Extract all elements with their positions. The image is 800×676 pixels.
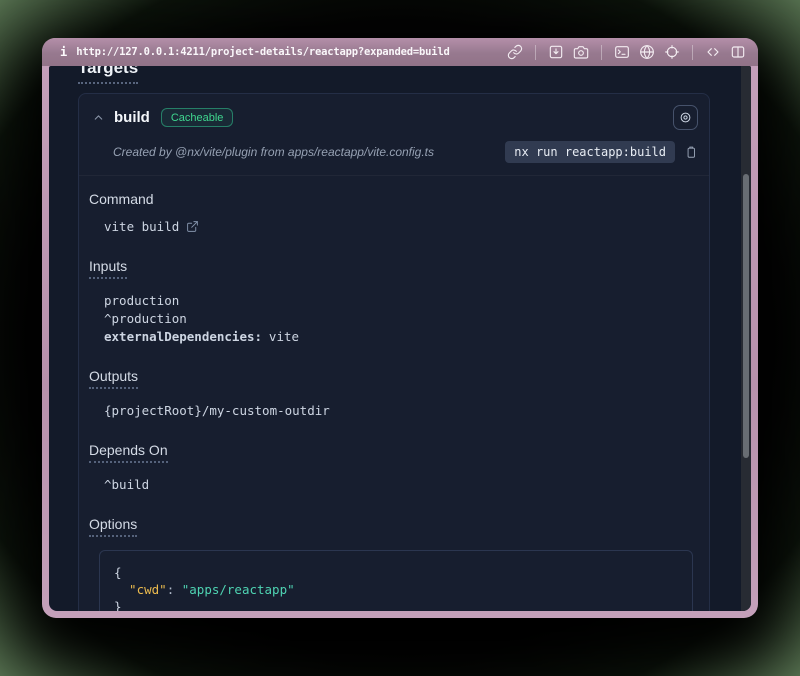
inputs-heading: Inputs (89, 258, 127, 279)
input-item: externalDependencies:vite (104, 328, 693, 346)
options-code-block: { "cwd": "apps/reactapp" } (99, 550, 693, 611)
depends-on-item: ^build (104, 476, 693, 494)
created-by-row: Created by @nx/vite/plugin from apps/rea… (79, 139, 709, 176)
depends-on-heading: Depends On (89, 442, 168, 463)
target-build-panel: build Cacheable Created by @nx/vite/plug… (78, 93, 710, 611)
target-build-header[interactable]: build Cacheable (79, 94, 709, 139)
inputs-section: Inputs production ^production externalDe… (89, 258, 693, 346)
copy-icon[interactable] (684, 145, 698, 159)
target-details: Command vite build Inputs production ^pr… (79, 176, 709, 611)
sidebar-icon[interactable] (730, 44, 746, 60)
target-name: build (114, 109, 150, 126)
page-title: Targets (78, 66, 138, 84)
outputs-heading: Outputs (89, 368, 138, 389)
link-icon[interactable] (507, 44, 523, 60)
input-item: production (104, 292, 693, 310)
command-value: vite build (104, 218, 693, 236)
titlebar-divider (535, 45, 536, 60)
scroll-area: Targets build Cacheable C (49, 66, 751, 611)
eye-icon (678, 110, 693, 125)
camera-icon[interactable] (573, 44, 589, 60)
external-link-icon[interactable] (186, 220, 199, 233)
code-line: } (114, 598, 678, 611)
page-content: Targets build Cacheable C (49, 66, 751, 611)
chevron-up-icon (92, 111, 105, 124)
preview-window: i http://127.0.0.1:4211/project-details/… (42, 38, 758, 618)
output-item: {projectRoot}/my-custom-outdir (104, 402, 693, 420)
terminal-icon[interactable] (614, 44, 630, 60)
view-target-button[interactable] (673, 105, 698, 130)
options-heading: Options (89, 516, 137, 537)
command-heading: Command (89, 191, 154, 207)
code-line: { (114, 564, 678, 581)
titlebar-divider (692, 45, 693, 60)
titlebar-actions (507, 44, 746, 60)
crosshair-icon[interactable] (664, 44, 680, 60)
code-line: "cwd": "apps/reactapp" (114, 581, 678, 598)
run-command-chip: nx run reactapp:build (505, 141, 675, 163)
titlebar: i http://127.0.0.1:4211/project-details/… (42, 38, 758, 66)
url-bar[interactable]: http://127.0.0.1:4211/project-details/re… (76, 46, 449, 58)
info-icon: i (60, 45, 67, 59)
depends-on-section: Depends On ^build (89, 442, 693, 494)
globe-icon[interactable] (639, 44, 655, 60)
command-section: Command vite build (89, 191, 693, 236)
code-icon[interactable] (705, 44, 721, 60)
created-by-text: Created by @nx/vite/plugin from apps/rea… (113, 145, 434, 159)
scrollbar-track[interactable] (741, 66, 751, 611)
input-item: ^production (104, 310, 693, 328)
options-section: Options { "cwd": "apps/reactapp" } (89, 516, 693, 611)
outputs-section: Outputs {projectRoot}/my-custom-outdir (89, 368, 693, 420)
scrollbar-thumb[interactable] (743, 174, 749, 458)
titlebar-divider (601, 45, 602, 60)
download-icon[interactable] (548, 44, 564, 60)
cacheable-badge: Cacheable (161, 108, 234, 127)
